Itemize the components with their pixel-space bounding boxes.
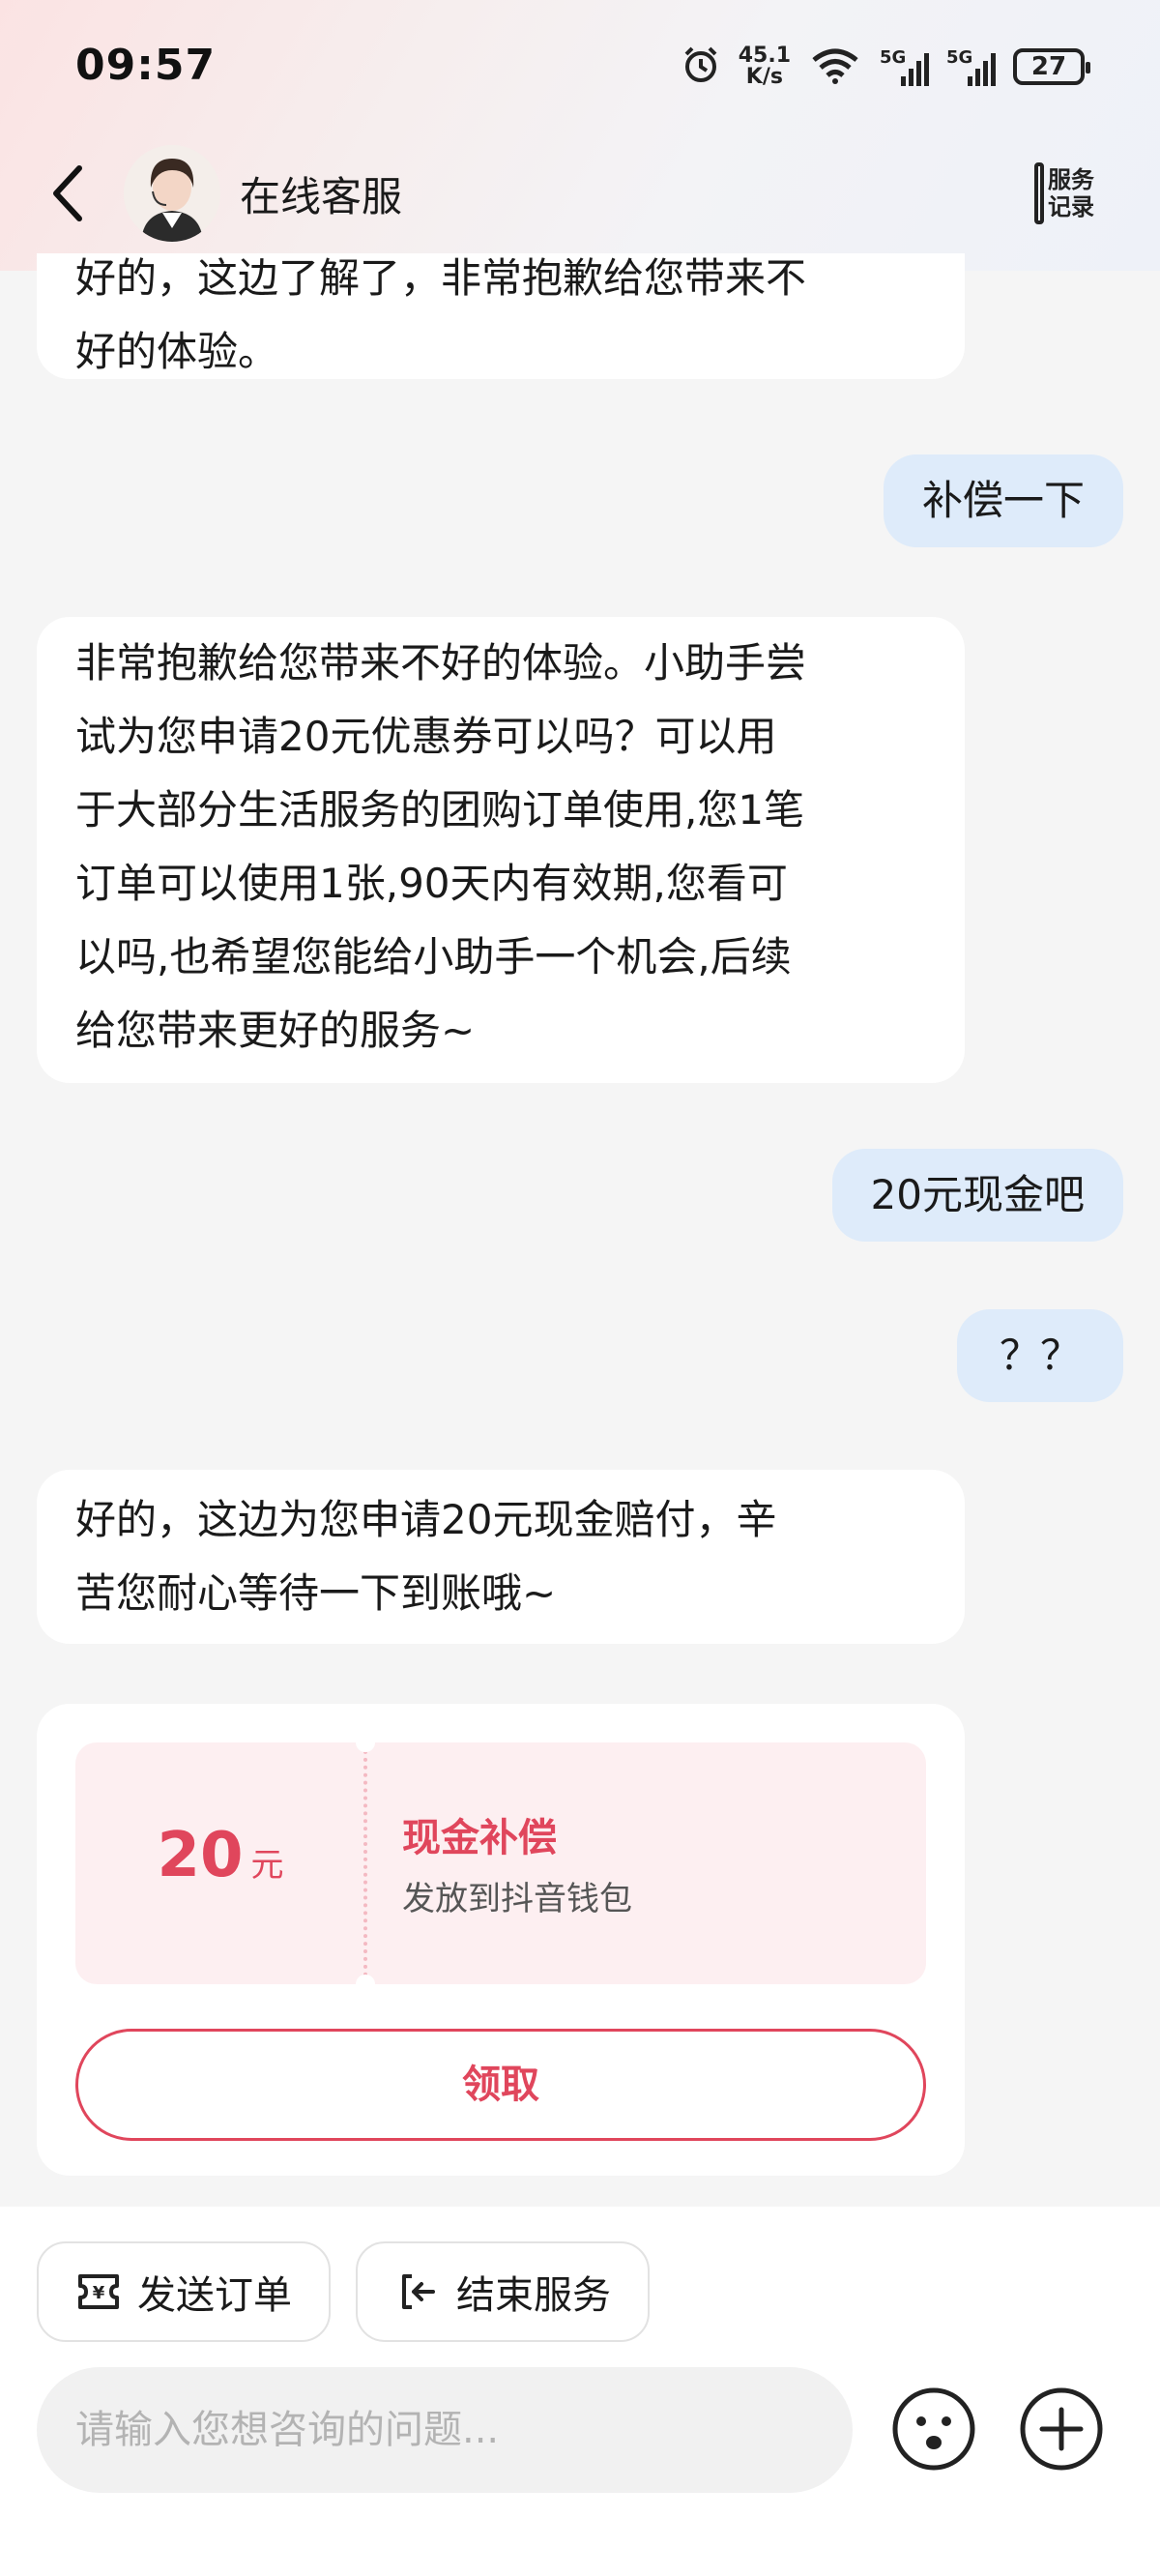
page-title: 在线客服 (240, 173, 403, 220)
coupon-notch-bottom (356, 1975, 375, 1994)
service-record-button[interactable]: 服务 记录 (1034, 159, 1112, 228)
coupon-description: 发放到抖音钱包 (402, 1880, 632, 1918)
status-time: 09:57 (75, 41, 217, 90)
agent-message: 好的，这边为您申请20元现金赔付，辛 苦您耐心等待一下到账哦~ (37, 1470, 965, 1644)
coupon: 20 元 现金补偿 发放到抖音钱包 (75, 1733, 926, 1994)
chat-message-list[interactable]: 好的，这边了解了，非常抱歉给您带来不 好的体验。 补偿一下 非常抱歉给您带来不好… (0, 253, 1160, 2207)
chat-header: 在线客服 服务 记录 (0, 135, 1160, 251)
coupon-notch-top (356, 1733, 375, 1752)
user-message: 20元现金吧 (831, 1149, 1123, 1242)
service-record-label-1: 服务 (1048, 166, 1094, 193)
user-message: 补偿一下 (883, 454, 1123, 547)
emoji-icon[interactable] (889, 2385, 978, 2474)
net-speed: 45.1 K/s (738, 44, 791, 89)
exit-icon (392, 2267, 443, 2317)
message-input[interactable]: 请输入您想咨询的问题... (37, 2367, 853, 2493)
alarm-icon (681, 44, 721, 89)
service-record-label-2: 记录 (1048, 193, 1094, 220)
battery-icon: 27 (1013, 48, 1090, 85)
user-message: ？？ (956, 1309, 1123, 1402)
coupon-title: 现金补偿 (402, 1816, 557, 1860)
agent-message: 非常抱歉给您带来不好的体验。小助手尝 试为您申请20元优惠券可以吗？可以用 于大… (37, 617, 965, 1083)
plus-icon[interactable] (1017, 2385, 1106, 2474)
claim-button[interactable]: 领取 (75, 2029, 926, 2141)
back-button[interactable] (48, 157, 106, 230)
order-icon: ¥ (73, 2267, 124, 2317)
back-arrow-icon[interactable] (48, 162, 87, 224)
coupon-amount: 20 (157, 1820, 244, 1891)
agent-avatar (124, 145, 220, 242)
bottom-bar: ¥ 发送订单 结束服务 请输入您想咨询的问题... (0, 2207, 1160, 2576)
send-order-label: 发送订单 (137, 2273, 292, 2318)
end-service-label: 结束服务 (456, 2273, 611, 2318)
agent-message: 好的，这边了解了，非常抱歉给您带来不 好的体验。 (37, 253, 965, 379)
send-order-button[interactable]: ¥ 发送订单 (37, 2241, 331, 2342)
signal-icon-2: 5G (946, 47, 996, 86)
status-bar: 09:57 45.1 K/s 5G 5G 27 (0, 0, 1160, 145)
end-service-button[interactable]: 结束服务 (356, 2241, 650, 2342)
coupon-unit: 元 (250, 1846, 284, 1885)
coupon-value: 20 元 (75, 1742, 365, 1984)
coupon-divider (363, 1742, 367, 1984)
service-record-icon (1034, 162, 1044, 224)
compensation-card: 20 元 现金补偿 发放到抖音钱包 领取 (37, 1704, 965, 2176)
wifi-icon (808, 44, 862, 89)
signal-icon: 5G (880, 47, 929, 86)
status-icons: 45.1 K/s 5G 5G 27 (681, 44, 1090, 89)
svg-text:¥: ¥ (93, 2283, 105, 2303)
